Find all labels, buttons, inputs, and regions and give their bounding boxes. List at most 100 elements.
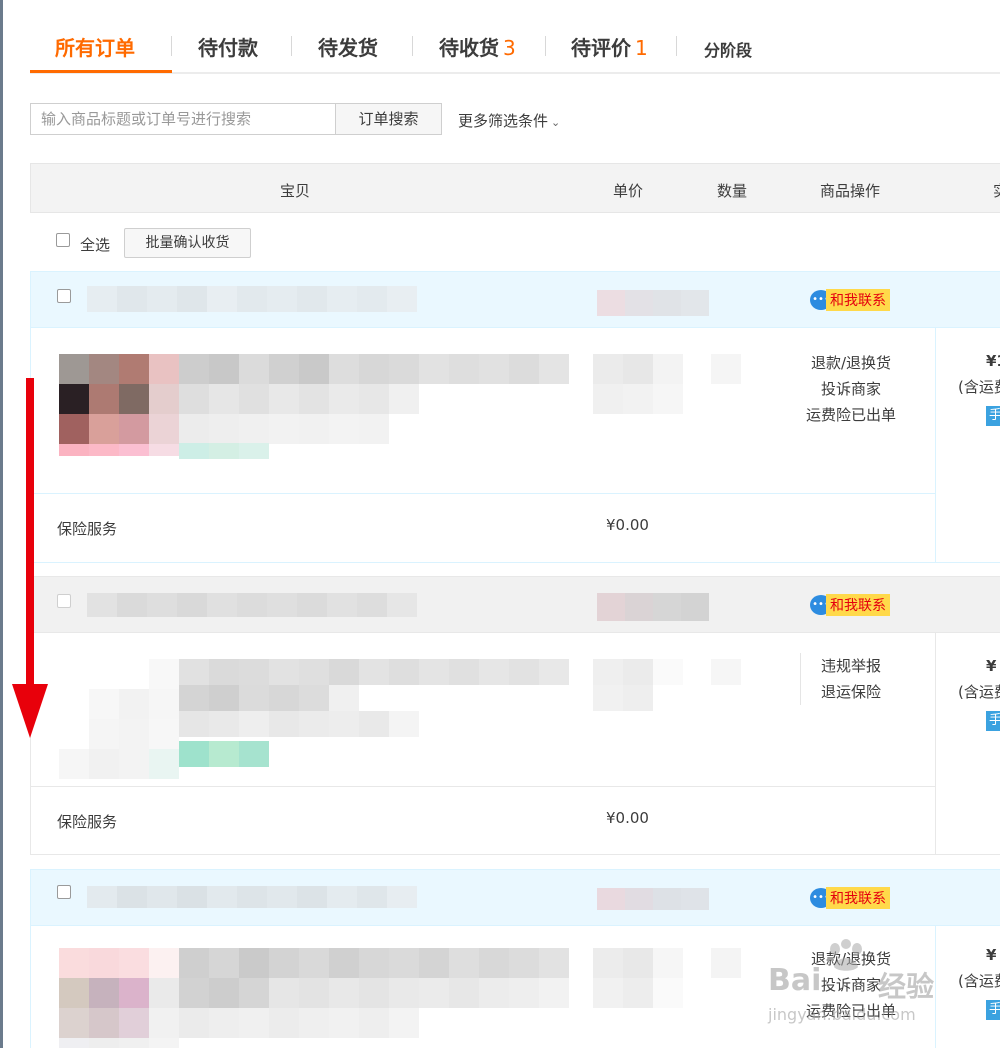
insurance-service-row: 保险服务 ¥0.00 xyxy=(31,494,935,562)
order-total-price: ¥ xyxy=(986,657,997,675)
insurance-service-label: 保险服务 xyxy=(57,520,118,538)
redacted-order-date xyxy=(597,593,709,621)
redacted-product-title[interactable] xyxy=(179,659,569,737)
arrow-head xyxy=(12,684,48,738)
more-filters-label: 更多筛选条件 xyxy=(458,112,549,130)
report-violation-link[interactable]: 违规举报 xyxy=(821,653,900,679)
batch-confirm-receipt-button[interactable]: 批量确认收货 xyxy=(124,228,251,258)
order-total-price: ¥1 xyxy=(986,352,1000,370)
insurance-service-price: ¥0.00 xyxy=(606,516,649,534)
tab-pending-shipment[interactable]: 待发货 xyxy=(318,32,378,61)
column-header-actual-paid: 实 xyxy=(993,180,1000,201)
insurance-service-price: ¥0.00 xyxy=(606,809,649,827)
column-header-unit-price: 单价 xyxy=(613,182,644,200)
insurance-service-label: 保险服务 xyxy=(57,813,118,831)
baidu-jingyan-watermark: Bai 经验 jingyan.baidu.com xyxy=(768,935,968,1030)
order-header: •••和我联系 xyxy=(31,577,1000,633)
shipping-included-note: (含运费 xyxy=(958,378,1000,396)
column-header-item: 宝贝 xyxy=(280,182,311,200)
shipping-insurance-link[interactable]: 运费险已出单 xyxy=(786,402,916,428)
column-header-operations: 商品操作 xyxy=(820,182,881,200)
complain-seller-link[interactable]: 投诉商家 xyxy=(786,376,916,402)
watermark-url: jingyan.baidu.com xyxy=(768,1005,916,1024)
tab-label: 待评价 xyxy=(571,36,631,60)
redacted-unit-price xyxy=(593,659,683,711)
tab-divider xyxy=(291,36,292,56)
contact-seller-badge[interactable]: •••和我联系 xyxy=(810,289,890,311)
insurance-service-row: 保险服务 ¥0.00 xyxy=(31,787,935,855)
refund-return-link[interactable]: 退款/退换货 xyxy=(786,350,916,376)
tab-divider xyxy=(171,36,172,56)
return-shipping-insurance-link[interactable]: 退运保险 xyxy=(821,679,900,705)
order-total-column: ¥1 (含运费 手 xyxy=(935,328,1000,562)
redacted-order-date xyxy=(597,290,709,316)
tab-label: 所有订单 xyxy=(55,36,135,60)
redacted-order-info xyxy=(87,286,417,312)
order-action-button[interactable]: 手 xyxy=(986,1000,1000,1020)
order-total-column: ¥ (含运费 手 xyxy=(935,633,1000,855)
product-thumbnail[interactable] xyxy=(59,948,179,1048)
order-action-button[interactable]: 手 xyxy=(986,406,1000,426)
chevron-down-icon: ⌄ xyxy=(551,116,561,129)
order-header: •••和我联系 xyxy=(31,272,1000,328)
select-all-label: 全选 xyxy=(80,236,111,254)
tab-count-badge: 1 xyxy=(635,36,648,60)
redacted-quantity xyxy=(711,354,741,384)
tab-divider xyxy=(545,36,546,56)
contact-seller-badge[interactable]: •••和我联系 xyxy=(810,594,890,616)
watermark-suffix: 经验 xyxy=(878,970,935,1003)
redacted-product-tags xyxy=(179,741,269,767)
tab-label: 待付款 xyxy=(198,36,258,60)
contact-label: 和我联系 xyxy=(826,289,890,311)
tab-divider xyxy=(412,36,413,56)
active-tab-indicator xyxy=(30,70,172,73)
order-search-button[interactable]: 订单搜索 xyxy=(335,103,442,135)
redacted-unit-price xyxy=(593,354,683,414)
select-all-checkbox[interactable] xyxy=(56,233,70,247)
redacted-order-info xyxy=(87,593,417,617)
tab-pending-review[interactable]: 待评价 1 xyxy=(571,32,648,61)
redacted-product-title[interactable] xyxy=(179,354,569,444)
product-thumbnail[interactable] xyxy=(59,354,179,474)
redacted-unit-price xyxy=(593,948,683,1008)
tab-pending-receipt[interactable]: 待收货 3 xyxy=(439,32,516,61)
tab-divider xyxy=(676,36,677,56)
order-card: •••和我联系 违规举报 退运保险 保险服务 ¥0.00 ¥ (含运 手 xyxy=(30,576,1000,855)
order-card: •••和我联系 退款/退换货 投诉商家 运费险已出单 保险服务 ¥0.00 ¥ … xyxy=(30,271,1000,563)
order-checkbox[interactable] xyxy=(57,594,71,608)
more-filters-toggle[interactable]: 更多筛选条件 ⌄ xyxy=(458,110,560,131)
item-operations: 退款/退换货 投诉商家 运费险已出单 xyxy=(786,350,916,428)
tab-label: 待收货 xyxy=(439,36,499,60)
order-status-tabs: 所有订单 待付款 待发货 待收货 3 待评价 1 分阶段 xyxy=(30,0,1000,74)
redacted-product-title[interactable] xyxy=(179,948,569,1038)
redacted-order-date xyxy=(597,888,709,910)
redacted-order-info xyxy=(87,886,417,908)
contact-seller-badge[interactable]: •••和我联系 xyxy=(810,887,890,909)
order-action-button[interactable]: 手 xyxy=(986,711,1000,731)
column-header-quantity: 数量 xyxy=(717,182,748,200)
order-total-price: ¥ xyxy=(986,946,997,964)
red-down-arrow-annotation xyxy=(12,378,48,738)
tab-installments[interactable]: 分阶段 xyxy=(704,37,752,61)
redacted-product-tags xyxy=(179,443,269,459)
contact-label: 和我联系 xyxy=(826,887,890,909)
item-operations: 违规举报 退运保险 xyxy=(800,653,900,705)
order-item-row: 退款/退换货 投诉商家 运费险已出单 xyxy=(31,328,935,494)
order-checkbox[interactable] xyxy=(57,289,71,303)
paw-logo-icon xyxy=(830,939,862,971)
shipping-included-note: (含运费 xyxy=(958,683,1000,701)
watermark-brand: Bai xyxy=(768,963,822,998)
order-header: •••和我联系 xyxy=(31,870,1000,926)
tab-all-orders[interactable]: 所有订单 xyxy=(55,32,135,61)
tab-pending-payment[interactable]: 待付款 xyxy=(198,32,258,61)
tab-label: 待发货 xyxy=(318,36,378,60)
window-edge xyxy=(0,0,3,1048)
redacted-quantity xyxy=(711,659,741,685)
arrow-shaft xyxy=(26,378,34,688)
search-input[interactable]: 输入商品标题或订单号进行搜索 xyxy=(30,103,336,135)
order-item-row: 违规举报 退运保险 xyxy=(31,633,935,787)
contact-label: 和我联系 xyxy=(826,594,890,616)
product-thumbnail[interactable] xyxy=(59,659,179,779)
order-checkbox[interactable] xyxy=(57,885,71,899)
redacted-quantity xyxy=(711,948,741,978)
